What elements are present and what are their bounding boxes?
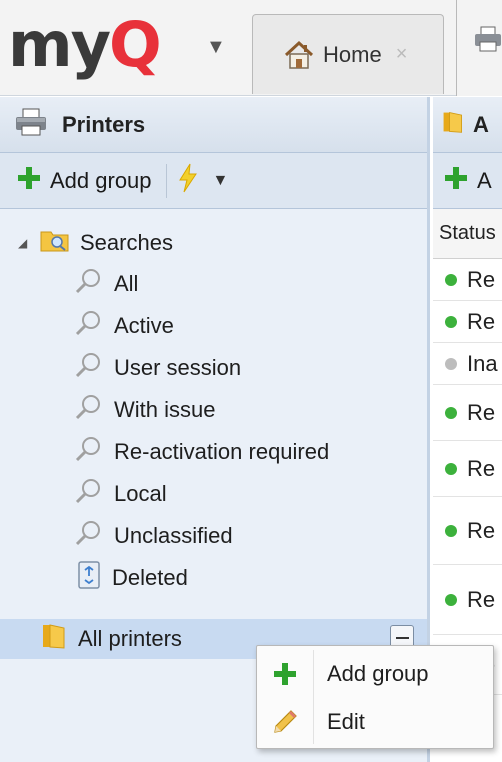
table-row[interactable]: Ina xyxy=(433,343,502,385)
tree-item-search-active[interactable]: Active xyxy=(74,306,174,346)
context-menu: Add group Edit xyxy=(256,645,494,749)
magnifier-icon xyxy=(74,392,104,428)
tree-item-search-with-issue[interactable]: With issue xyxy=(74,390,215,430)
status-text: Re xyxy=(467,455,496,481)
tab-printers[interactable] xyxy=(456,0,502,96)
add-group-label: Add group xyxy=(50,167,152,193)
status-dot-icon xyxy=(445,406,457,419)
chevron-down-icon: ▼ xyxy=(212,171,229,189)
add-group-button[interactable]: Add group xyxy=(16,161,152,201)
status-text: Re xyxy=(467,586,496,612)
menu-item-label: Edit xyxy=(327,709,365,734)
table-row[interactable]: Re xyxy=(433,301,502,343)
table-row[interactable]: Re xyxy=(433,565,502,635)
tree-item-searches[interactable]: ◢ Searches xyxy=(18,223,173,263)
status-text: Re xyxy=(467,308,496,334)
status-dot-icon xyxy=(445,593,457,606)
status-text: Re xyxy=(467,266,496,292)
plus-icon xyxy=(16,165,42,197)
status-dot-icon xyxy=(445,524,457,537)
status-text: Ina xyxy=(467,350,498,376)
groups-toolbar: A xyxy=(433,153,502,209)
myq-logo[interactable]: my Q xyxy=(8,8,162,81)
add-button[interactable]: A xyxy=(443,161,492,201)
plus-icon xyxy=(257,661,313,687)
magnifier-icon xyxy=(74,518,104,554)
toolbar-divider xyxy=(165,163,167,198)
lightning-icon xyxy=(177,163,199,199)
menu-item-add-group[interactable]: Add group xyxy=(257,650,493,698)
tab-home[interactable]: Home × xyxy=(252,14,444,94)
folder-search-icon xyxy=(40,227,70,259)
tree-label-all-printers: All printers xyxy=(78,626,182,651)
add-label: A xyxy=(477,167,492,193)
printers-toolbar: Add group ▼ xyxy=(0,153,427,209)
tree-label: User session xyxy=(114,355,242,380)
panel-title: Printers xyxy=(62,111,146,137)
groups-panel-header: A xyxy=(433,97,502,153)
tree-item-deleted[interactable]: Deleted xyxy=(76,558,188,598)
expand-triangle-icon[interactable]: ◢ xyxy=(18,236,30,250)
tree-item-search-reactivation[interactable]: Re-activation required xyxy=(74,432,329,472)
magnifier-icon xyxy=(74,308,104,344)
pencil-icon xyxy=(257,708,313,736)
tree-label: All xyxy=(114,271,139,296)
recycle-bin-icon xyxy=(76,560,102,596)
printers-panel-header: Printers xyxy=(0,97,427,153)
column-header-status[interactable]: Status xyxy=(433,209,502,259)
tree-label: Active xyxy=(114,313,174,338)
status-dot-icon xyxy=(445,462,457,475)
tree-label: With issue xyxy=(114,397,216,422)
tab-close-icon[interactable]: × xyxy=(396,43,408,66)
tree-label: Re-activation required xyxy=(114,439,330,464)
menu-item-edit[interactable]: Edit xyxy=(257,698,493,746)
table-row[interactable]: Re xyxy=(433,441,502,497)
status-dot-icon xyxy=(445,315,457,328)
magnifier-icon xyxy=(74,350,104,386)
folder-icon xyxy=(40,622,68,656)
actions-dropdown-button[interactable]: ▼ xyxy=(177,161,229,201)
menu-item-label: Add group xyxy=(327,661,429,686)
tab-home-label: Home xyxy=(323,41,382,67)
tree-item-search-all[interactable]: All xyxy=(74,264,138,304)
status-dot-icon xyxy=(445,357,457,370)
table-row[interactable]: Re xyxy=(433,259,502,301)
house-icon xyxy=(283,39,315,71)
tree-item-search-local[interactable]: Local xyxy=(74,474,167,514)
printer-icon xyxy=(473,24,502,60)
tree-label-deleted: Deleted xyxy=(112,565,188,590)
logo-my-text: my xyxy=(8,8,111,81)
magnifier-icon xyxy=(74,476,104,512)
plus-icon xyxy=(443,165,469,197)
status-text: Re xyxy=(467,517,496,543)
printer-icon xyxy=(14,107,48,143)
tree-item-search-unclassified[interactable]: Unclassified xyxy=(74,516,233,556)
logo-q-text: Q xyxy=(109,8,162,81)
tree-item-search-user-session[interactable]: User session xyxy=(74,348,241,388)
status-text: Re xyxy=(467,399,496,425)
table-row[interactable]: Re xyxy=(433,497,502,565)
magnifier-icon xyxy=(74,434,104,470)
table-row[interactable]: Re xyxy=(433,385,502,441)
folder-icon xyxy=(441,108,465,142)
tree-label: Unclassified xyxy=(114,523,233,548)
tree-label: Local xyxy=(114,481,167,506)
groups-panel-title: A xyxy=(473,111,489,137)
magnifier-icon xyxy=(74,266,104,302)
top-bar: my Q ▼ Home × xyxy=(0,0,502,96)
menu-caret-icon[interactable]: ▼ xyxy=(206,36,226,59)
status-dot-icon xyxy=(445,273,457,286)
tree-label-searches: Searches xyxy=(80,230,173,255)
